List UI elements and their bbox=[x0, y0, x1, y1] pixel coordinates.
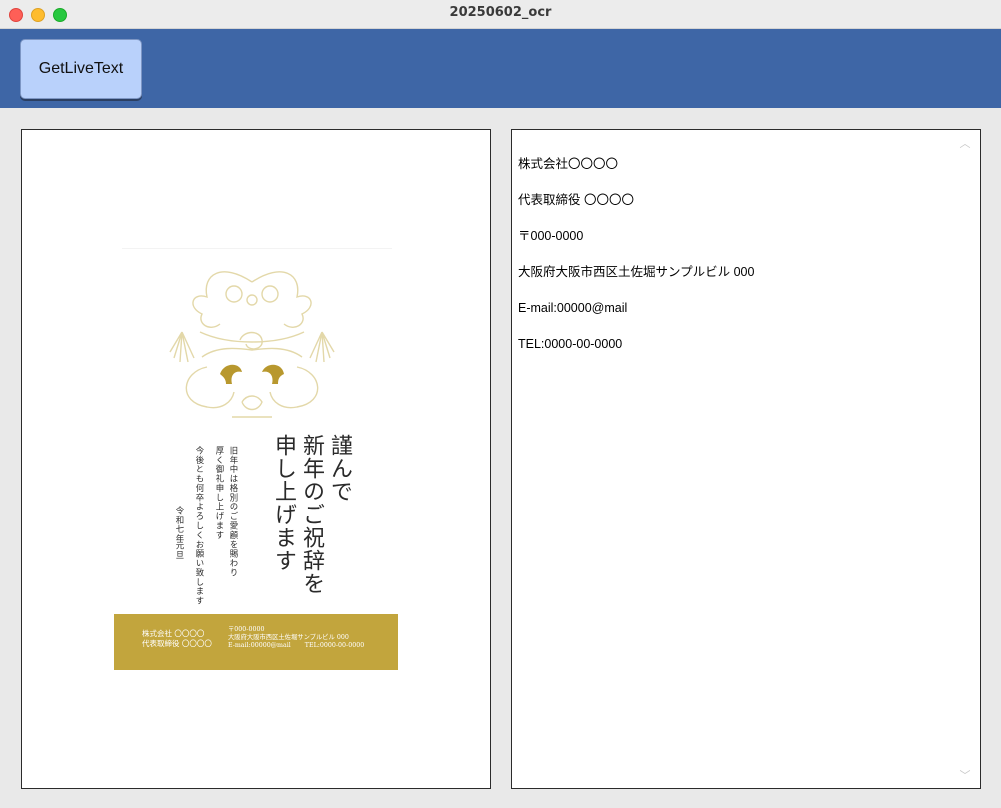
band-address-block: 〒000-0000 大阪府大阪市西区土佐堀サンプルビル 000 E-mail:0… bbox=[228, 626, 364, 650]
window-title: 20250602_ocr bbox=[449, 5, 552, 20]
greeting-body-line-1: 旧年中は格別のご愛顧を賜わり bbox=[229, 446, 239, 578]
band-ceo: 代表取締役 〇〇〇〇 bbox=[142, 639, 212, 648]
chevron-down-icon[interactable]: ﹀ bbox=[958, 770, 972, 782]
toolbar: GetLiveText bbox=[0, 29, 1001, 108]
greeting-title-line-2: 新年のご祝辞を bbox=[299, 434, 324, 595]
image-view[interactable]: 謹んで 新年のご祝辞を 申し上げます 旧年中は格別のご愛顧を賜わり 厚く御礼申し… bbox=[21, 129, 491, 789]
ocr-line: E-mail:00000@mail bbox=[518, 301, 628, 315]
ocr-line: 大阪府大阪市西区土佐堀サンプルビル 000 bbox=[518, 265, 755, 279]
greeting-title-line-1: 謹んで bbox=[327, 434, 352, 503]
crest-ornament-icon bbox=[169, 271, 335, 418]
title-bar: 20250602_ocr bbox=[0, 0, 1001, 29]
greeting-title-line-3: 申し上げます bbox=[271, 434, 296, 572]
chevron-up-icon[interactable]: ︿ bbox=[958, 138, 972, 150]
band-address: 大阪府大阪市西区土佐堀サンプルビル 000 bbox=[228, 634, 349, 641]
band-company-name: 株式会社 〇〇〇〇 bbox=[142, 629, 205, 638]
new-year-card-image: 謹んで 新年のご祝辞を 申し上げます 旧年中は格別のご愛顧を賜わり 厚く御礼申し… bbox=[114, 248, 400, 678]
greeting-body-line-2: 厚く御礼申し上げます bbox=[215, 446, 225, 540]
band-contact-row: E-mail:00000@mail TEL:0000-00-0000 bbox=[228, 642, 364, 650]
band-company-block: 株式会社 〇〇〇〇 代表取締役 〇〇〇〇 bbox=[142, 629, 212, 649]
card-date-year: 令和七年 bbox=[175, 506, 185, 544]
ocr-line: 〒000-0000 bbox=[518, 229, 584, 243]
card-divider bbox=[122, 248, 392, 249]
ocr-result-textview[interactable]: 株式会社〇〇〇〇 代表取締役 〇〇〇〇 〒000-0000 大阪府大阪市西区土佐… bbox=[511, 129, 981, 789]
band-postal: 〒000-0000 bbox=[228, 626, 265, 633]
band-tel: TEL:0000-00-0000 bbox=[304, 642, 365, 649]
band-email: E-mail:00000@mail bbox=[228, 642, 291, 649]
ocr-line: 株式会社〇〇〇〇 bbox=[518, 157, 619, 171]
greeting-body-line-3: 今後とも何卒よろしくお願い致します bbox=[195, 446, 205, 606]
ocr-text-lines[interactable]: 株式会社〇〇〇〇 代表取締役 〇〇〇〇 〒000-0000 大阪府大阪市西区土佐… bbox=[518, 134, 948, 374]
card-date-day: 元旦 bbox=[175, 541, 185, 560]
ocr-line: TEL:0000-00-0000 bbox=[518, 337, 623, 351]
company-info-band: 株式会社 〇〇〇〇 代表取締役 〇〇〇〇 〒000-0000 大阪府大阪市西区土… bbox=[114, 614, 398, 670]
ocr-line: 代表取締役 〇〇〇〇 bbox=[518, 193, 634, 207]
get-live-text-button[interactable]: GetLiveText bbox=[20, 39, 142, 99]
